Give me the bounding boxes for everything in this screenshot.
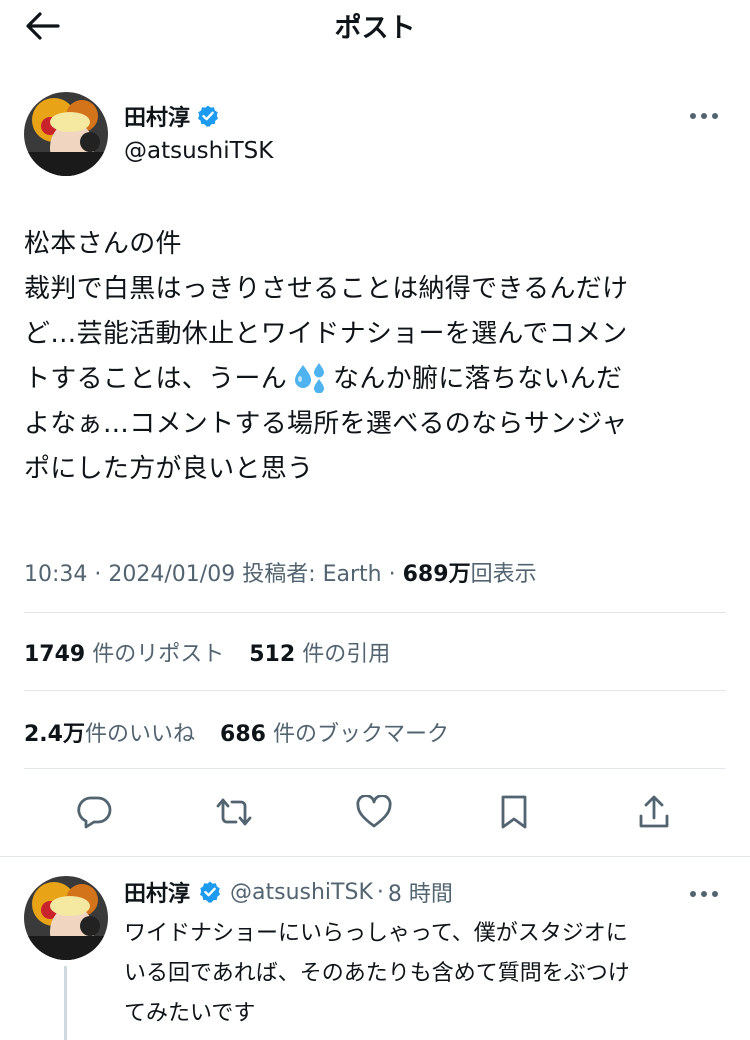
author-name-text: 田村淳 [124,106,191,131]
post-time[interactable]: 10:34 [24,562,87,587]
reply-button[interactable] [72,786,116,838]
like-icon [356,795,392,828]
reply-header: 田村淳 @atsushiTSK · 8 時間 [124,876,453,908]
avatar-image [24,876,108,960]
reply-icon [77,796,112,829]
quotes-label: 件の引用 [302,642,391,667]
bookmarks-count: 686 [220,722,266,747]
reply-time[interactable]: 8 時間 [388,876,453,908]
divider [24,690,726,691]
likes-count: 2.4 [24,722,63,747]
action-bar [24,786,726,838]
share-icon [639,795,669,828]
reply-handle[interactable]: @atsushiTSK [230,880,373,905]
post-author: 田村淳 @atsushiTSK [24,92,726,182]
post-text-segment: トすることは、うーん [24,364,288,394]
reply-more-options-button[interactable] [686,884,722,904]
more-options-button[interactable] [686,106,722,126]
views-label: 回表示 [470,562,537,587]
more-horizontal-icon [690,113,718,119]
stats-row-likes: 2.4万件のいいね 686 件のブックマーク [24,716,467,748]
quotes-count: 512 [249,642,296,667]
repost-icon [216,798,252,826]
post-text-line-with-emoji: トすることは、うーん なんか腑に落ちないんだ [24,357,726,402]
likes-stat[interactable]: 2.4万件のいいね [24,722,195,747]
more-horizontal-icon [690,891,718,897]
reply-text-line: てみたいです [124,1001,256,1026]
post-text-line: 裁判で白黒はっきりさせることは納得できるんだけ [24,274,629,304]
divider [0,856,750,857]
post-text: 松本さんの件 裁判で白黒はっきりさせることは納得できるんだけ ど…芸能活動休止と… [24,222,726,492]
page-title: ポスト [334,13,416,44]
reply-text-line: ワイドナショーにいらっしゃって、僕がスタジオに [124,921,628,946]
reposts-count: 1749 [24,642,86,667]
share-button[interactable] [632,786,676,838]
verified-badge-icon [200,881,221,903]
avatar-image [24,92,108,176]
divider [24,612,726,613]
sweat-droplets-icon [295,363,325,394]
bookmarks-label: 件のブックマーク [272,722,449,747]
like-button[interactable] [352,786,396,838]
divider [24,768,726,769]
reply-author-name[interactable]: 田村淳 [124,876,190,908]
bookmarks-stat[interactable]: 686 件のブックマーク [220,722,449,747]
bookmark-icon [501,795,527,829]
reply-post[interactable]: 田村淳 @atsushiTSK · 8 時間 ワイドナショーにいらっしゃって、僕… [0,858,750,1040]
views-unit: 万 [448,562,471,587]
likes-label: 件のいいね [85,722,196,747]
repost-button[interactable] [212,786,256,838]
bookmark-button[interactable] [492,786,536,838]
likes-unit: 万 [62,722,85,747]
post-text-segment: なんか腑に落ちないんだ [333,364,623,394]
thread-line [64,966,67,1040]
reposts-stat[interactable]: 1749 件のリポスト [24,642,224,667]
reply-separator: · [376,879,384,905]
reply-avatar[interactable] [24,876,108,960]
author-name[interactable]: 田村淳 [124,100,220,132]
post-date[interactable]: 2024/01/09 [108,562,235,587]
post-text-line: ポにした方が良いと思う [24,454,314,484]
views-count: 689 [402,562,449,587]
post-text-line: 松本さんの件 [24,229,182,259]
stats-row-reposts: 1749 件のリポスト 512 件の引用 [24,636,408,668]
post-text-line: ど…芸能活動休止とワイドナショーを選んでコメン [24,319,628,349]
reposts-label: 件のリポスト [92,642,225,667]
post-source: 投稿者: Earth [242,562,382,587]
post-meta: 10:34 · 2024/01/09 投稿者: Earth · 689万回表示 [24,562,537,587]
top-bar: ポスト [0,0,750,52]
verified-badge-icon [198,105,219,127]
quotes-stat[interactable]: 512 件の引用 [249,642,390,667]
author-handle[interactable]: @atsushiTSK [124,138,273,164]
reply-text-line: いる回であれば、そのあたりも含めて質問をぶつけ [124,961,630,986]
post-text-line: よなぁ…コメントする場所を選べるのならサンジャ [24,409,628,439]
avatar[interactable] [24,92,108,176]
reply-text: ワイドナショーにいらっしゃって、僕がスタジオに いる回であれば、そのあたりも含め… [124,914,728,1034]
